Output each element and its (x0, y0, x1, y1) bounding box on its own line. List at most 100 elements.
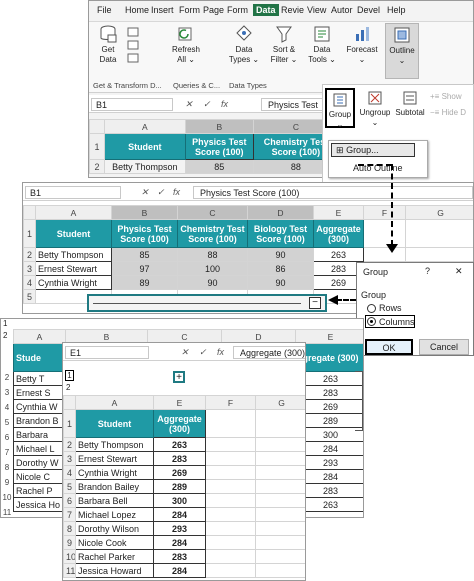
collapse-group-button[interactable]: − (309, 297, 321, 309)
row-header[interactable]: 4 (1, 403, 13, 418)
cell-empty[interactable] (205, 451, 256, 466)
cell-score[interactable]: 90 (177, 275, 248, 290)
cell-aggregate[interactable]: 284 (153, 535, 206, 550)
cell-student-header-3[interactable]: Stude (13, 343, 66, 372)
cell-empty[interactable] (205, 521, 256, 536)
col-header-f-4[interactable]: F (205, 395, 256, 410)
formula-input[interactable]: Physics Test (261, 98, 331, 111)
cell-student[interactable]: Betty T (13, 371, 66, 386)
col-header-e-4[interactable]: E (153, 395, 206, 410)
row-header[interactable]: 7 (1, 448, 13, 463)
tab-help[interactable]: Help (387, 5, 406, 15)
row-header[interactable]: 2 (1, 373, 13, 388)
grid-icon-button[interactable] (125, 27, 141, 70)
expand-group-button[interactable]: + (173, 371, 185, 383)
cell-empty[interactable] (205, 549, 256, 564)
tab-view[interactable]: View (307, 5, 326, 15)
col-header-g-2[interactable]: G (405, 205, 473, 220)
level-2-button[interactable]: 2 (3, 331, 7, 340)
function-icon[interactable]: fx (221, 99, 228, 109)
row-header[interactable]: 11 (63, 563, 76, 578)
row-header[interactable]: 8 (63, 521, 76, 536)
data-tools-button[interactable]: Data Tools ⌄ (305, 25, 339, 65)
cell-student[interactable]: Jessica Howard (75, 563, 154, 578)
col-header-a-4[interactable]: A (75, 395, 154, 410)
sort-filter-button[interactable]: Sort & Filter ⌄ (267, 25, 301, 65)
cell-aggregate[interactable]: 284 (153, 507, 206, 522)
cell-aggregate[interactable]: 263 (153, 437, 206, 452)
row-header[interactable]: 3 (23, 261, 36, 276)
cell-empty[interactable] (205, 535, 256, 550)
cell-student[interactable]: Dorothy Wilson (75, 521, 154, 536)
cancel-icon-2[interactable]: ✕ (141, 187, 149, 198)
cell-physics-header[interactable]: Physics Test Score (100) (184, 133, 254, 160)
cell-student[interactable]: Nicole Cook (75, 535, 154, 550)
cell-aggregate[interactable]: 284 (153, 563, 206, 578)
level-1-button-4[interactable]: 1 (65, 370, 74, 381)
enter-icon-4[interactable]: ✓ (199, 347, 207, 358)
cell-g1-2[interactable] (405, 219, 473, 248)
formula-input-4[interactable]: Aggregate (300) (233, 346, 305, 359)
cancel-button[interactable]: Cancel (419, 339, 469, 355)
row-header[interactable]: 2 (23, 247, 36, 262)
row-header[interactable]: 3 (63, 451, 76, 466)
cell-aggregate[interactable]: 289 (153, 479, 206, 494)
cell-aggregate[interactable]: 263 (313, 247, 364, 262)
row-header-1-4[interactable]: 1 (63, 409, 76, 438)
cell-student[interactable]: Betty Thompson (75, 437, 154, 452)
ungroup-button[interactable]: Ungroup ⌄ (358, 90, 392, 128)
cell-score[interactable]: 90 (247, 247, 314, 262)
cell-empty[interactable] (255, 493, 305, 508)
row-header[interactable]: 3 (1, 388, 13, 403)
cell-score[interactable]: 88 (177, 247, 248, 262)
data-types-button[interactable]: Data Types ⌄ (227, 25, 261, 65)
columns-radio[interactable] (367, 317, 376, 326)
cell-score[interactable]: 100 (177, 261, 248, 276)
enter-icon-2[interactable]: ✓ (157, 187, 165, 198)
subtotal-button[interactable]: Subtotal (392, 90, 428, 118)
row-header[interactable]: 2 (63, 437, 76, 452)
cell-student[interactable]: Rachel Parker (75, 549, 154, 564)
function-icon-4[interactable]: fx (217, 347, 224, 357)
ok-button[interactable]: OK (365, 339, 413, 355)
tab-devel[interactable]: Devel (357, 5, 380, 15)
cell-agg-header-4[interactable]: Aggregate (300) (153, 409, 206, 438)
group-menu-item[interactable]: ⊞ Group... (331, 143, 415, 157)
corner-cell-4[interactable] (63, 395, 76, 410)
cell-student[interactable]: Barbara Bell (75, 493, 154, 508)
cell-empty[interactable] (205, 493, 256, 508)
cancel-icon-4[interactable]: ✕ (181, 347, 189, 358)
group-button[interactable]: Group ⌄ (325, 88, 355, 129)
cell-student[interactable]: Michael L (13, 441, 66, 456)
tab-form[interactable]: Form (179, 5, 200, 15)
cell-empty[interactable] (205, 437, 256, 452)
cell-a2[interactable]: Betty Thompson (103, 159, 186, 174)
name-box-2[interactable]: B1 (25, 186, 121, 199)
name-box[interactable]: B1 (91, 98, 173, 111)
refresh-all-button[interactable]: Refresh All ⌄ (169, 25, 203, 65)
tab-data[interactable]: Data (253, 4, 279, 16)
get-data-button[interactable]: Get Data (93, 25, 123, 65)
row-header[interactable]: 5 (23, 289, 36, 304)
cell-student[interactable]: Cynthia Wright (35, 275, 112, 290)
cell-student[interactable]: Betty Thompson (35, 247, 112, 262)
tab-insert[interactable]: Insert (151, 5, 174, 15)
row-header[interactable]: 11 (1, 508, 13, 517)
cell-empty[interactable] (255, 535, 305, 550)
cell-b2[interactable]: 85 (184, 159, 254, 174)
corner-cell-2[interactable] (23, 205, 36, 220)
cell-empty[interactable] (205, 465, 256, 480)
cancel-icon[interactable]: ✕ (185, 99, 193, 110)
outline-button[interactable]: Outline ⌄ (385, 23, 419, 79)
cell-empty[interactable] (255, 479, 305, 494)
col-header-c-2[interactable]: C (177, 205, 248, 220)
level-2-button-4[interactable]: 2 (66, 383, 70, 392)
cell-empty[interactable] (255, 451, 305, 466)
cell-student[interactable]: Ernest S (13, 385, 66, 400)
cell-bio-header-2[interactable]: Biology Test Score (100) (247, 219, 314, 248)
row-header[interactable]: 6 (63, 493, 76, 508)
cell-empty[interactable] (255, 437, 305, 452)
corner-cell[interactable] (89, 119, 105, 134)
cell-student[interactable]: Cynthia W (13, 399, 66, 414)
cell-student-header-2[interactable]: Student (35, 219, 112, 248)
